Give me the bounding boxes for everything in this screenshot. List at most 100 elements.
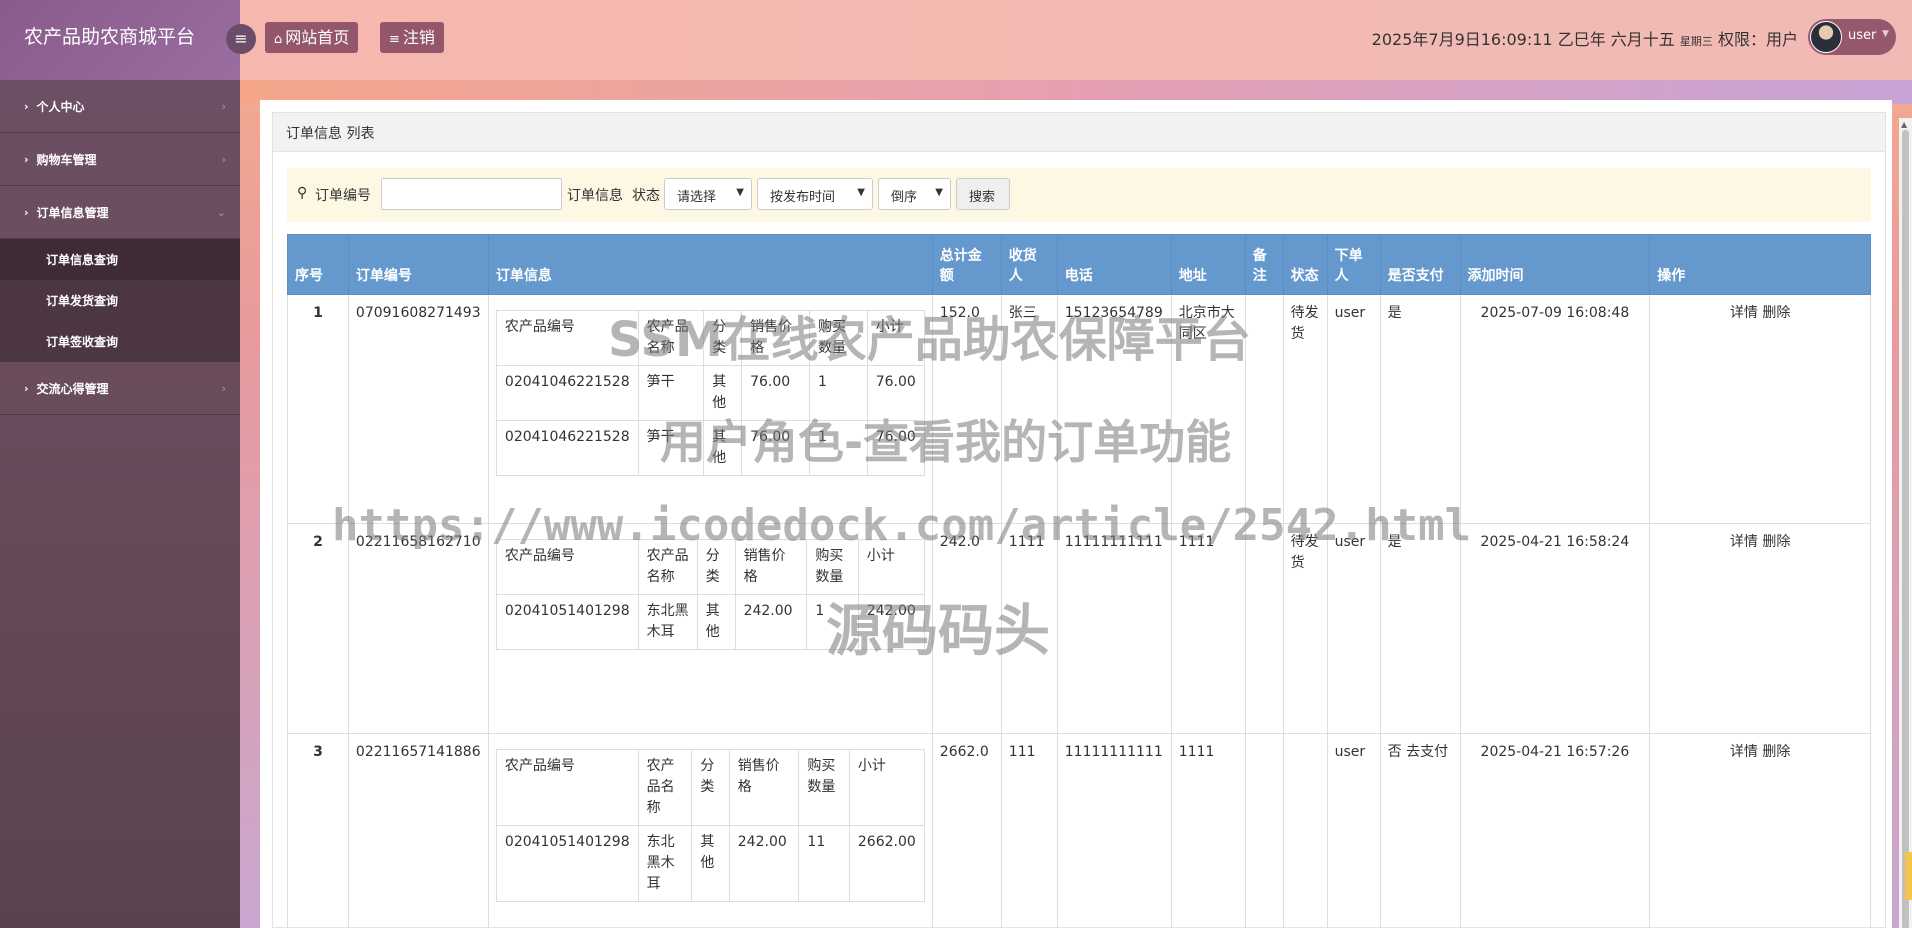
- buyer: user: [1326, 733, 1381, 928]
- home-button[interactable]: ⌂ 网站首页: [265, 22, 359, 53]
- status: [1282, 733, 1328, 928]
- col-header: 状态: [1282, 234, 1328, 295]
- main-panel: 订单信息 列表 ⚲ 订单编号 订单信息 状态 请选择 ▼ 按发布时间 ▼ 倒序 …: [260, 100, 1892, 928]
- delete-button[interactable]: 删除: [1762, 305, 1790, 321]
- brand-title: 农产品助农商城平台: [0, 0, 240, 80]
- total: 2662.0: [931, 733, 1002, 928]
- item-cell: 东北黑木耳: [637, 594, 698, 650]
- col-header: 下单人: [1326, 234, 1381, 295]
- col-header: 收货人: [1000, 234, 1058, 295]
- item-cell: 其他: [696, 594, 736, 650]
- paid-status: 是: [1387, 534, 1402, 550]
- item-row: 02041051401298 东北黑木耳 其他 242.00 1 242.00: [495, 594, 925, 650]
- note: [1244, 523, 1284, 734]
- items-header: 分类: [703, 310, 743, 366]
- order-items: 农产品编号 农产品名称 分类 销售价格 购买数量 小计 020410514012…: [487, 523, 933, 734]
- col-header: 地址: [1170, 234, 1246, 295]
- sidebar-item-label: 交流心得管理: [36, 381, 109, 396]
- address: 北京市大同区: [1170, 294, 1246, 524]
- order-no: 02211658162710: [347, 523, 489, 734]
- order-items-table: 农产品编号 农产品名称 分类 销售价格 购买数量 小计 020410462215…: [495, 310, 925, 476]
- scrollbar-thumb[interactable]: [1902, 130, 1909, 928]
- user-menu[interactable]: user ▼: [1808, 19, 1896, 55]
- item-row: 02041046221528 笋干 其他 76.00 1 76.00: [495, 420, 925, 476]
- order-no-input[interactable]: [381, 178, 562, 210]
- phone: 11111111111: [1056, 523, 1172, 734]
- row-actions: 详情 删除: [1649, 294, 1871, 524]
- item-cell: 11: [798, 825, 850, 902]
- items-header: 农产品编号: [495, 539, 639, 595]
- col-header: 添加时间: [1459, 234, 1651, 295]
- order-no: 07091608271493: [347, 294, 489, 524]
- chevron-down-icon: ▼: [935, 187, 943, 198]
- chevron-down-icon: ▼: [736, 187, 744, 198]
- item-cell: 02041051401298: [495, 594, 639, 650]
- items-header: 农产品编号: [495, 749, 639, 826]
- home-button-label: 网站首页: [285, 28, 350, 47]
- detail-button[interactable]: 详情: [1730, 305, 1758, 321]
- pay-link[interactable]: 去支付: [1406, 744, 1448, 760]
- chevron-right-icon: ›: [221, 152, 226, 166]
- sidebar-item-personal-center[interactable]: › 个人中心 ›: [0, 80, 240, 133]
- col-header: 电话: [1056, 234, 1172, 295]
- order-select-value: 倒序: [891, 190, 918, 205]
- items-header: 销售价格: [741, 310, 810, 366]
- item-cell: 76.00: [866, 365, 925, 421]
- delete-button[interactable]: 删除: [1762, 534, 1790, 550]
- chevron-right-icon: ›: [221, 381, 226, 395]
- avatar: [1810, 21, 1842, 53]
- add-time: 2025-04-21 16:58:24: [1459, 523, 1651, 734]
- row-actions: 详情 删除: [1649, 733, 1871, 928]
- item-row: 02041046221528 笋干 其他 76.00 1 76.00: [495, 365, 925, 421]
- weekday: 星期三: [1679, 35, 1713, 48]
- item-cell: 2662.00: [848, 825, 925, 902]
- submenu-item-receipt-query[interactable]: 订单签收查询: [0, 321, 240, 362]
- item-cell: 76.00: [866, 420, 925, 476]
- status: 待发货: [1282, 523, 1328, 734]
- row-index: 1: [287, 294, 349, 524]
- col-header: 总计金额: [931, 234, 1002, 295]
- search-bar: ⚲ 订单编号 订单信息 状态 请选择 ▼ 按发布时间 ▼ 倒序 ▼ 搜索: [287, 168, 1871, 222]
- sidebar-item-cart[interactable]: › 购物车管理 ›: [0, 133, 240, 186]
- items-header: 农产品名称: [637, 310, 705, 366]
- items-header-row: 农产品编号 农产品名称 分类 销售价格 购买数量 小计: [495, 749, 925, 826]
- col-header: 订单编号: [347, 234, 489, 295]
- menu-toggle-icon[interactable]: ≡: [226, 24, 256, 54]
- sort-select[interactable]: 按发布时间 ▼: [757, 178, 873, 210]
- page-scrollbar[interactable]: ▲: [1899, 118, 1912, 928]
- address: 1111: [1170, 523, 1246, 734]
- submenu-item-order-query[interactable]: 订单信息查询: [0, 239, 240, 280]
- paid: 是: [1379, 294, 1461, 524]
- chevron-down-icon: ⌄: [216, 205, 226, 219]
- items-header: 分类: [696, 539, 736, 595]
- receiver: 111: [1000, 733, 1058, 928]
- item-cell: 02041051401298: [495, 825, 639, 902]
- items-header: 购买数量: [806, 539, 859, 595]
- item-cell: 76.00: [741, 420, 810, 476]
- scroll-up-icon[interactable]: ▲: [1901, 120, 1907, 129]
- total: 242.0: [931, 523, 1002, 734]
- sidebar-item-orders[interactable]: › 订单信息管理 ⌄: [0, 186, 240, 239]
- add-time: 2025-07-09 16:08:48: [1459, 294, 1651, 524]
- detail-button[interactable]: 详情: [1730, 744, 1758, 760]
- search-button[interactable]: 搜索: [956, 178, 1010, 210]
- delete-button[interactable]: 删除: [1762, 744, 1790, 760]
- submenu-item-shipping-query[interactable]: 订单发货查询: [0, 280, 240, 321]
- order-items: 农产品编号 农产品名称 分类 销售价格 购买数量 小计 020410462215…: [487, 294, 933, 524]
- detail-button[interactable]: 详情: [1730, 534, 1758, 550]
- item-cell: 76.00: [741, 365, 810, 421]
- status-select[interactable]: 请选择 ▼: [664, 178, 752, 210]
- table-row: 3 02211657141886 农产品编号 农产品名称 分类 销售价格 购买数…: [287, 733, 1871, 928]
- sidebar-item-exchange[interactable]: › 交流心得管理 ›: [0, 362, 240, 415]
- side-tab[interactable]: [1905, 852, 1912, 900]
- chevron-right-icon: ›: [221, 99, 226, 113]
- sort-select-value: 按发布时间: [770, 190, 836, 205]
- logout-button[interactable]: ≡ 注销: [380, 22, 444, 53]
- col-header: 序号: [287, 234, 349, 295]
- sidebar: 农产品助农商城平台 › 个人中心 › › 购物车管理 › › 订单信息管理 ⌄ …: [0, 0, 240, 928]
- item-cell: 笋干: [637, 420, 705, 476]
- header-info: 2025年7月9日16:09:11 乙巳年 六月十五 星期三 权限：用户: [1372, 26, 1798, 50]
- chevron-right-icon: ›: [24, 381, 29, 395]
- order-no: 02211657141886: [347, 733, 489, 928]
- order-select[interactable]: 倒序 ▼: [878, 178, 951, 210]
